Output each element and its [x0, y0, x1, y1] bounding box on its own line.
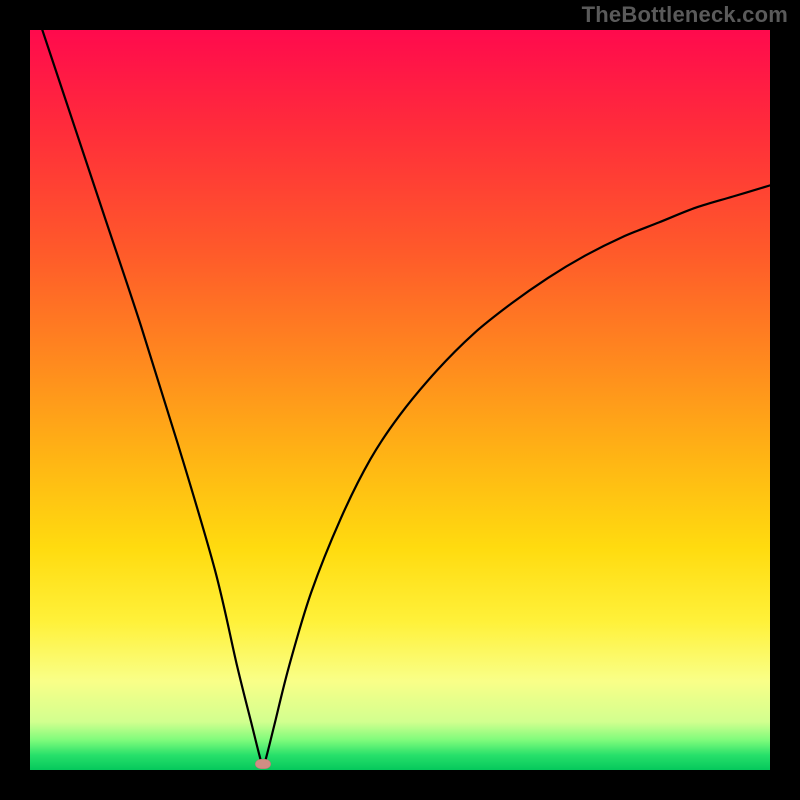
- plot-area: [30, 30, 770, 770]
- minimum-marker: [255, 759, 271, 769]
- watermark-label: TheBottleneck.com: [582, 2, 788, 28]
- bottleneck-curve: [30, 30, 770, 770]
- chart-frame: TheBottleneck.com: [0, 0, 800, 800]
